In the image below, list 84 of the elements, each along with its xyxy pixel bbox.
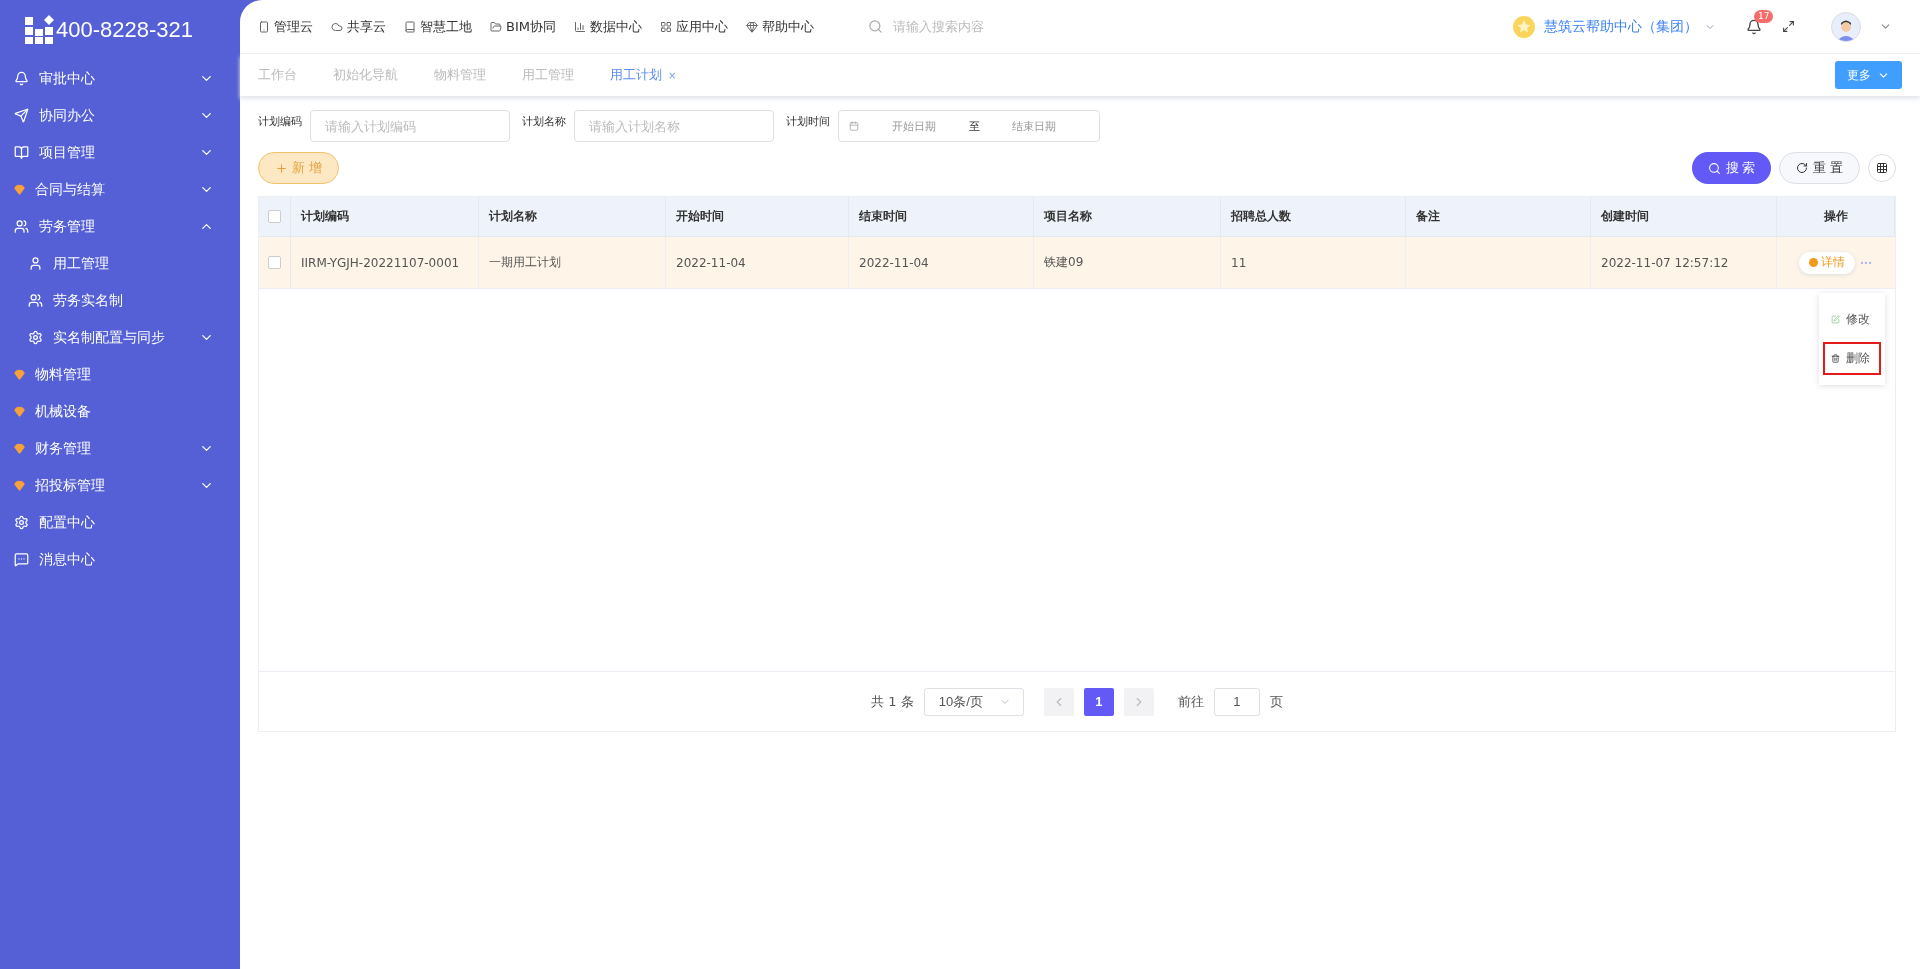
edit-icon <box>1831 315 1840 324</box>
notification-badge: 17 <box>1754 9 1774 23</box>
column-header: 项目名称 <box>1034 197 1221 236</box>
page-size-select[interactable]: 10条/页 <box>923 687 1024 716</box>
filter-input[interactable]: 请输入计划编码 <box>310 110 510 142</box>
top-nav-link[interactable]: 智慧工地 <box>404 17 472 36</box>
menu-item[interactable]: 修改 <box>1823 303 1881 336</box>
page-number[interactable]: 1 <box>1083 687 1114 716</box>
more-button[interactable]: 更多 <box>1835 61 1902 89</box>
sidebar-item[interactable]: 协同办公 <box>0 97 240 134</box>
goto-label: 前往 <box>1177 692 1204 711</box>
refresh-icon <box>1796 162 1809 174</box>
user-avatar[interactable] <box>1831 11 1861 42</box>
trash-icon <box>1831 354 1840 363</box>
grid-icon <box>1876 162 1888 174</box>
sidebar-item[interactable]: 实名制配置与同步 <box>0 319 240 356</box>
logo-icon <box>24 15 54 45</box>
checkbox[interactable] <box>268 210 281 223</box>
gem-icon <box>14 480 25 491</box>
sidebar-item[interactable]: 消息中心 <box>0 541 240 578</box>
top-nav-link[interactable]: 共享云 <box>331 17 386 36</box>
table-cell: 2022-11-07 12:57:12 <box>1591 237 1777 288</box>
column-header: 开始时间 <box>666 197 849 236</box>
notification-icon[interactable] <box>1746 18 1762 35</box>
fullscreen-icon[interactable] <box>1782 20 1795 33</box>
search-icon <box>1707 161 1721 175</box>
column-header: 结束时间 <box>849 197 1034 236</box>
sidebar-item[interactable]: 劳务实名制 <box>0 282 240 319</box>
table-cell: 一期用工计划 <box>479 237 666 288</box>
medal-icon <box>1512 14 1536 39</box>
column-header: 招聘总人数 <box>1221 197 1406 236</box>
search-icon <box>867 19 883 34</box>
search-button[interactable]: 搜 索 <box>1691 152 1772 184</box>
column-header: 创建时间 <box>1591 197 1777 236</box>
top-nav-link[interactable]: 数据中心 <box>573 17 642 36</box>
reset-button[interactable]: 重 置 <box>1779 152 1860 184</box>
gem-icon <box>14 369 25 380</box>
sidebar-item[interactable]: 合同与结算 <box>0 171 240 208</box>
page-input[interactable]: 1 <box>1213 687 1260 716</box>
top-nav-link[interactable]: 管理云 <box>258 17 313 36</box>
table-cell: IIRM-YGJH-20221107-0001 <box>291 237 479 288</box>
total-count: 共 1 条 <box>871 692 914 711</box>
plus-icon <box>275 161 288 175</box>
top-nav-link[interactable]: 应用中心 <box>659 17 728 36</box>
filter-input[interactable]: 请输入计划名称 <box>574 110 774 142</box>
table-cell: 11 <box>1221 237 1406 288</box>
calendar-icon <box>849 121 859 131</box>
column-settings-button[interactable] <box>1868 154 1896 182</box>
page-tab[interactable]: 用工计划 × <box>610 66 677 84</box>
sidebar-item[interactable]: 配置中心 <box>0 504 240 541</box>
top-nav-link[interactable]: 帮助中心 <box>745 17 814 36</box>
sidebar-item[interactable]: 招投标管理 <box>0 467 240 504</box>
close-tab-icon[interactable]: × <box>668 69 677 81</box>
sidebar-item[interactable]: 物料管理 <box>0 356 240 393</box>
sidebar-item[interactable]: 审批中心 <box>0 60 240 97</box>
sidebar-item[interactable]: 劳务管理 <box>0 208 240 245</box>
previous-page-button[interactable] <box>1043 687 1074 716</box>
filter-label: 计划编码 <box>258 114 302 129</box>
sidebar-item[interactable]: 项目管理 <box>0 134 240 171</box>
gem-icon <box>14 443 25 454</box>
sidebar-item[interactable]: 用工管理 <box>0 245 240 282</box>
gem-icon <box>14 406 25 417</box>
column-header: 备注 <box>1406 197 1591 236</box>
sidebar-item[interactable]: 财务管理 <box>0 430 240 467</box>
page-unit: 页 <box>1269 692 1283 711</box>
hotline-number: 400-8228-321 <box>56 17 193 43</box>
table-cell: 铁建09 <box>1034 237 1221 288</box>
filter-label: 计划时间 <box>786 114 830 129</box>
column-header: 计划编码 <box>291 197 479 236</box>
gem-icon <box>14 184 25 195</box>
table-cell: 2022-11-04 <box>849 237 1034 288</box>
column-header: 计划名称 <box>479 197 666 236</box>
column-header: 操作 <box>1777 197 1895 236</box>
next-page-button[interactable] <box>1123 687 1154 716</box>
organization-switcher[interactable]: 慧筑云帮助中心（集团） <box>1544 17 1698 36</box>
table-cell: 2022-11-04 <box>666 237 849 288</box>
date-range-field[interactable]: 开始日期 至 结束日期 <box>838 110 1100 142</box>
dot-icon <box>1809 258 1818 267</box>
menu-item[interactable]: 删除 <box>1823 342 1881 375</box>
checkbox[interactable] <box>268 256 281 269</box>
filter-label: 计划名称 <box>522 114 566 129</box>
table-row[interactable]: IIRM-YGJH-20221107-0001 一期用工计划 2022-11-04 2022-11-04 铁建09 11 2022-11-07 12:57:12 详情 <box>259 237 1895 289</box>
top-nav-link[interactable]: BIM协同 <box>490 17 556 36</box>
sidebar-item[interactable]: 机械设备 <box>0 393 240 430</box>
